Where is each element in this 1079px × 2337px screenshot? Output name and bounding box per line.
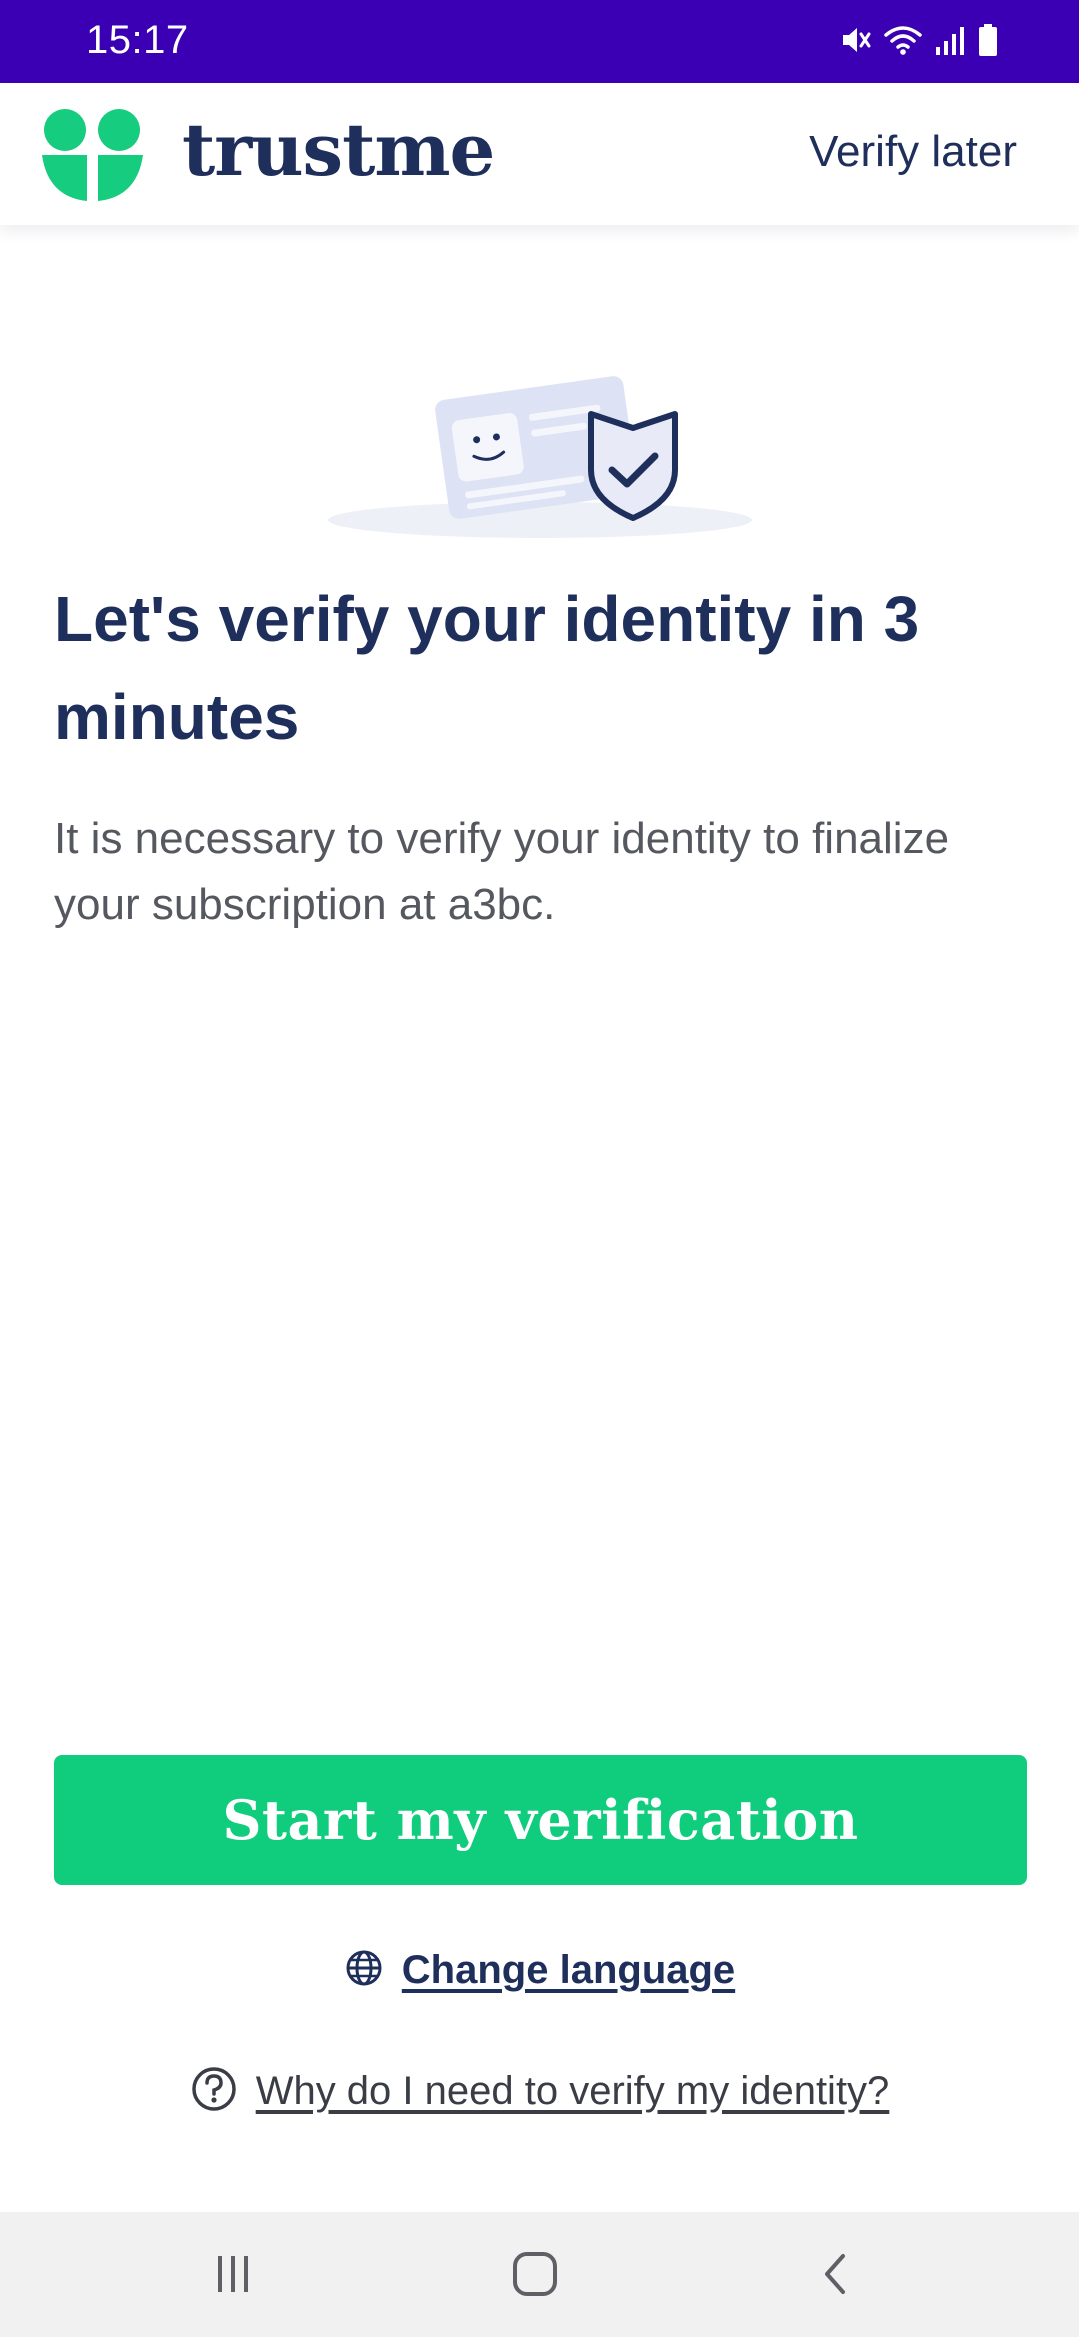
change-language-row[interactable]: Change language — [0, 1940, 1079, 2000]
trustme-logo-icon — [40, 105, 145, 205]
start-verification-button[interactable]: Start my verification — [54, 1755, 1027, 1885]
recent-apps-icon[interactable] — [193, 2242, 273, 2306]
change-language-link[interactable]: Change language — [402, 1948, 735, 1993]
wifi-icon — [883, 23, 923, 62]
mute-icon — [839, 23, 873, 62]
status-time: 15:17 — [86, 18, 189, 62]
app-header: trustme Verify later — [0, 83, 1079, 225]
page-subtitle: It is necessary to verify your identity … — [54, 814, 950, 929]
why-verify-row[interactable]: Why do I need to verify my identity? — [0, 2060, 1079, 2122]
help-icon — [190, 2065, 238, 2118]
page-title: Let's verify your identity in 3 minutes — [54, 583, 920, 753]
globe-icon — [344, 1948, 384, 1993]
why-verify-link[interactable]: Why do I need to verify my identity? — [256, 2069, 890, 2114]
back-icon[interactable] — [797, 2242, 877, 2306]
status-icons — [839, 22, 999, 62]
illustration — [325, 352, 755, 552]
status-bar: 15:17 — [0, 0, 1079, 83]
brand-name: trustme — [182, 107, 495, 192]
system-nav-bar — [0, 2212, 1079, 2337]
battery-icon — [977, 23, 999, 62]
home-icon[interactable] — [495, 2242, 575, 2306]
verify-later-link[interactable]: Verify later — [809, 127, 1017, 177]
signal-icon — [933, 23, 967, 62]
